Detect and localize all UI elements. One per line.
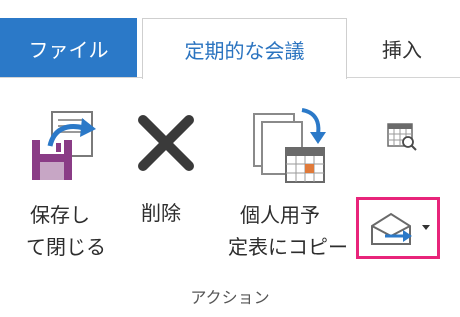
delete-label: 削除 <box>141 201 181 225</box>
chevron-down-icon <box>422 225 430 230</box>
tab-recurring-meeting-label: 定期的な会議 <box>184 38 305 63</box>
copy-label-line1: 個人用予 <box>240 203 320 227</box>
ribbon-tab-bar: ファイル 定期的な会議 挿入 <box>0 0 460 79</box>
delete-button[interactable]: 削除 <box>125 98 205 268</box>
group-label-text: アクション <box>190 288 270 307</box>
tab-recurring-meeting[interactable]: 定期的な会議 <box>142 18 347 79</box>
save-and-close-button[interactable]: 保存し て閉じる <box>20 98 110 268</box>
forward-envelope-icon <box>371 212 412 245</box>
tab-file[interactable]: ファイル <box>0 18 137 78</box>
group-label-actions: アクション <box>0 284 460 308</box>
tab-insert[interactable]: 挿入 <box>347 18 457 78</box>
copy-label-line2: 定表にコピー <box>228 235 348 259</box>
ribbon-group-actions: 保存し て閉じる 削除 個人用予 定表にコピー アクション <box>0 78 460 317</box>
tab-insert-label: 挿入 <box>382 37 422 62</box>
copy-to-personal-calendar-button[interactable]: 個人用予 定表にコピー <box>224 98 354 268</box>
tab-file-label: ファイル <box>28 37 109 62</box>
calendar-search-icon[interactable] <box>385 120 419 154</box>
calendar-copy-icon <box>253 108 326 183</box>
save-and-close-label-line2: て閉じる <box>26 235 106 259</box>
forward-button[interactable] <box>356 197 440 259</box>
delete-icon <box>138 115 194 171</box>
save-and-close-label-line1: 保存し <box>30 203 90 227</box>
save-and-close-icon <box>32 111 96 180</box>
